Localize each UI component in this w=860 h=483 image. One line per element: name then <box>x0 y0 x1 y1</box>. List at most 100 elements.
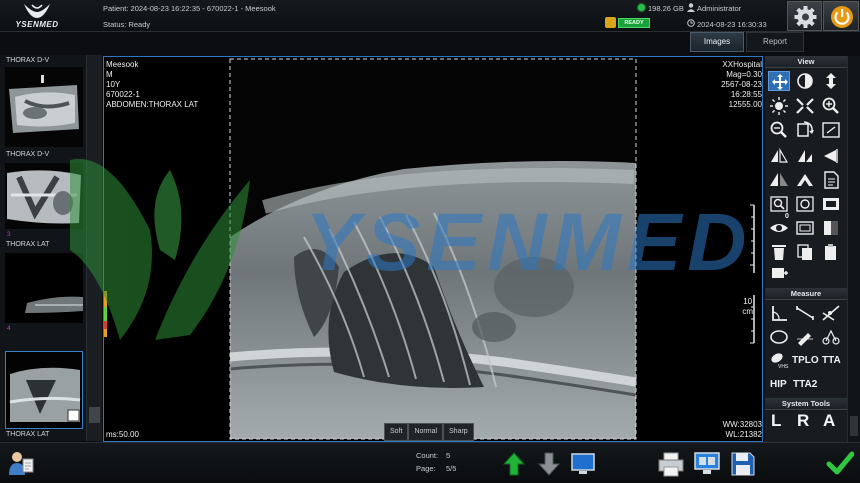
thumbnail-label: THORAX D-V <box>6 57 50 64</box>
pan-tool[interactable] <box>768 71 790 91</box>
thumbnail-panel: THORAX D-V THORAX D-V 3 THORAX LAT 4 THO… <box>0 55 86 441</box>
thumbnail-4-selected[interactable] <box>5 351 83 429</box>
logo-text: YSENMED <box>15 20 59 29</box>
vertical-move-tool[interactable] <box>820 71 842 91</box>
zoom-in-tool[interactable] <box>820 96 842 116</box>
thumbnail-2[interactable] <box>5 163 83 229</box>
thumbnail-scrollbar[interactable] <box>86 55 102 441</box>
region-zoom-tool[interactable] <box>794 194 816 214</box>
window-level-tool[interactable] <box>820 218 842 238</box>
sharp-filter-button[interactable]: Sharp <box>443 423 474 441</box>
thumbnail-number: 3 <box>7 231 11 238</box>
network-send-button[interactable] <box>693 450 721 478</box>
right-marker-tool[interactable]: R <box>797 411 809 431</box>
crop-tool[interactable] <box>820 120 842 140</box>
annotation-tool[interactable] <box>820 170 842 190</box>
svg-text:VHS: VHS <box>778 364 789 370</box>
copy-tool[interactable] <box>794 242 816 262</box>
hip-tool[interactable]: HIP <box>770 379 787 390</box>
mirror-tool[interactable] <box>768 170 790 190</box>
magnifier-tool[interactable] <box>768 194 790 214</box>
left-marker-tool[interactable]: L <box>771 411 781 431</box>
norberg-icon <box>822 329 840 345</box>
rotate-left-tool[interactable] <box>820 146 842 166</box>
next-page-button[interactable] <box>538 451 560 477</box>
app-logo: YSENMED <box>4 2 70 30</box>
text-marker-tool[interactable]: A <box>823 411 835 431</box>
gear-icon <box>794 6 817 28</box>
datetime: 2024-08-23 16:30:33 <box>697 20 767 29</box>
thumbnail-label: THORAX D-V <box>6 151 50 158</box>
pen-measure-tool[interactable] <box>794 327 816 347</box>
thumbnail-number: 4 <box>7 325 11 332</box>
crop-icon <box>822 122 840 138</box>
thumbnail-1[interactable] <box>5 67 83 147</box>
save-button[interactable] <box>730 450 756 478</box>
paste-tool[interactable] <box>820 242 842 262</box>
tab-images[interactable]: Images <box>690 32 744 52</box>
overlay-name: Meesook <box>106 60 139 69</box>
line-measure-tool[interactable] <box>794 303 816 323</box>
tplo-tool[interactable]: TPLO <box>792 355 819 366</box>
scale-unit: cm <box>742 307 753 316</box>
settings-button[interactable] <box>787 1 822 31</box>
trash-icon <box>772 245 786 260</box>
paste-icon <box>825 244 836 260</box>
image-viewer[interactable]: Meesook M 10Y 670022-1 ABDOMEN:THORAX LA… <box>103 56 763 442</box>
overlay-date: 2567-08-23 <box>721 80 762 89</box>
printer-icon <box>658 452 684 477</box>
magnifier-icon <box>770 196 788 212</box>
frame-icon <box>796 221 814 235</box>
soft-filter-button[interactable]: Soft <box>384 423 409 441</box>
tab-report[interactable]: Report <box>746 32 804 52</box>
angle-tool[interactable] <box>768 303 790 323</box>
tta2-tool[interactable]: TTA2 <box>793 379 817 390</box>
user-name: Administrator <box>697 4 742 13</box>
vhs-icon: VHS <box>771 353 789 370</box>
flip-vertical-tool[interactable] <box>794 146 816 166</box>
frame-tool[interactable] <box>794 218 816 238</box>
zoom-out-tool[interactable] <box>768 120 790 140</box>
rotate-icon <box>797 121 814 137</box>
contrast-icon <box>797 73 813 89</box>
overlay-hospital: XXHospital <box>722 60 762 69</box>
print-button[interactable] <box>657 450 685 478</box>
print-preview-tool[interactable] <box>768 264 790 284</box>
patient-list-button[interactable] <box>8 449 34 477</box>
rotate-tool[interactable] <box>794 120 816 140</box>
brightness-tool[interactable] <box>768 96 790 116</box>
ellipse-tool[interactable] <box>768 327 790 347</box>
xray-image <box>104 57 762 441</box>
invert-tool[interactable] <box>794 170 816 190</box>
flip-horizontal-tool[interactable] <box>768 146 790 166</box>
tool-panel: View 0 Measure VHS TPLO TTA HIP TTA2 Sys… <box>765 56 847 442</box>
power-button[interactable] <box>823 1 859 31</box>
visibility-tool[interactable] <box>768 218 790 238</box>
checkmark-icon <box>826 451 854 475</box>
power-icon <box>831 6 853 28</box>
cobb-angle-tool[interactable] <box>820 303 842 323</box>
contrast-tool[interactable] <box>794 71 816 91</box>
cobb-icon <box>822 305 840 321</box>
previous-page-button[interactable] <box>503 451 525 477</box>
rotate-left-icon <box>824 149 838 163</box>
pen-icon <box>797 333 813 346</box>
norberg-tool[interactable] <box>820 327 842 347</box>
sun-icon <box>770 97 788 115</box>
measure-section-header: Measure <box>765 288 847 300</box>
fit-tool[interactable] <box>794 96 816 116</box>
delete-tool[interactable] <box>768 242 790 262</box>
angle-icon <box>772 306 787 321</box>
window-width: WW:32803 <box>722 420 762 429</box>
study-overlay: XXHospital Mag=0.30 2567-08-23 16:28:55 … <box>721 60 762 110</box>
monitor-icon <box>571 453 595 474</box>
normal-filter-button[interactable]: Normal <box>408 423 444 441</box>
network-icon <box>694 452 720 474</box>
fullscreen-tool[interactable] <box>820 194 842 214</box>
display-button[interactable] <box>570 451 596 477</box>
confirm-button[interactable] <box>826 449 854 477</box>
vhs-tool[interactable]: VHS <box>768 350 790 370</box>
tool-panel-scrollbar[interactable] <box>847 56 860 442</box>
thumbnail-3[interactable] <box>5 253 83 323</box>
tta-tool[interactable]: TTA <box>822 355 841 366</box>
